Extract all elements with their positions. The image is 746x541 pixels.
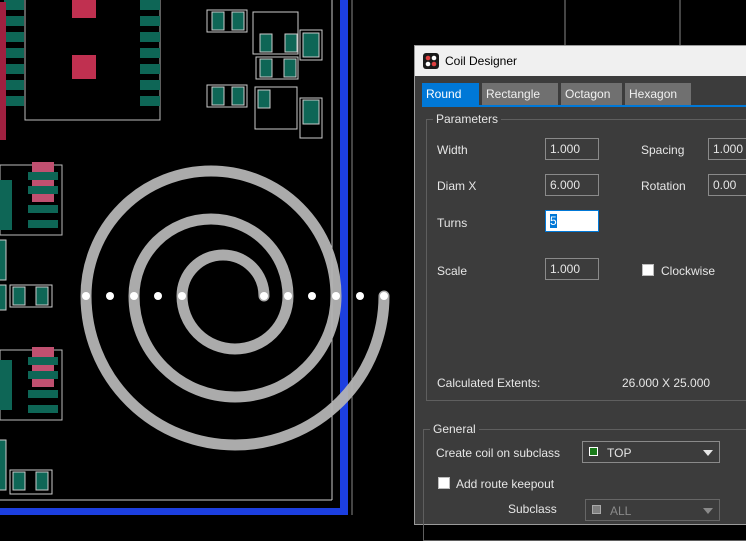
diam-x-label: Diam X [437, 179, 477, 193]
tab-round[interactable]: Round [422, 83, 479, 105]
create-coil-subclass-combo[interactable]: TOP [582, 441, 720, 463]
diam-x-field[interactable] [545, 174, 599, 196]
clockwise-checkbox[interactable] [642, 264, 654, 276]
board-outline-right [340, 0, 348, 510]
route-keepout-checkbox[interactable] [438, 477, 450, 489]
connector-left-lower [0, 347, 63, 421]
tab-underline [422, 105, 746, 107]
width-field[interactable] [545, 138, 599, 160]
coil-designer-dialog: Coil Designer Round Rectangle Octagon He… [414, 45, 746, 541]
chevron-down-icon [703, 508, 713, 514]
subclass-value: ALL [610, 504, 632, 518]
parameters-group-title: Parameters [433, 112, 502, 126]
layer-color-swatch [589, 447, 598, 456]
subclass-label: Subclass [508, 502, 557, 516]
subclass-color-swatch [592, 505, 601, 514]
chevron-down-icon [703, 450, 713, 456]
spacing-label: Spacing [641, 143, 685, 157]
tab-rectangle[interactable]: Rectangle [482, 83, 558, 105]
scale-label: Scale [437, 264, 468, 278]
turns-field-value: 5 [550, 214, 557, 228]
coil-designer-app-icon [423, 53, 439, 69]
scale-field[interactable] [545, 258, 599, 280]
tab-octagon[interactable]: Octagon [561, 83, 622, 105]
route-keepout-label: Add route keepout [456, 477, 555, 491]
clockwise-label: Clockwise [661, 264, 716, 278]
create-coil-subclass-value: TOP [607, 446, 632, 460]
via-pad [72, 0, 96, 18]
spacing-field[interactable] [708, 138, 746, 160]
left-component-stack [0, 2, 6, 140]
tab-hexagon[interactable]: Hexagon [625, 83, 691, 105]
ic-pads-left [4, 0, 24, 106]
create-coil-subclass-label: Create coil on subclass [436, 446, 561, 460]
coil-spiral[interactable] [80, 165, 390, 451]
window-title: Coil Designer [445, 54, 518, 68]
ic-pads-right [140, 0, 160, 106]
rotation-label: Rotation [641, 179, 686, 193]
width-label: Width [437, 143, 468, 157]
subclass-combo[interactable]: ALL [585, 499, 720, 521]
board-outline-bottom [0, 508, 348, 515]
title-bar[interactable]: Coil Designer [415, 46, 746, 76]
calculated-extents-label: Calculated Extents: [437, 376, 541, 390]
general-group-title: General [430, 422, 479, 436]
turns-label: Turns [437, 216, 468, 230]
rotation-field[interactable] [708, 174, 746, 196]
connector-left-upper [0, 162, 63, 236]
turns-field[interactable]: 5 [545, 210, 599, 232]
via-pad [72, 55, 96, 79]
calculated-extents-value: 26.000 X 25.000 [622, 376, 711, 390]
